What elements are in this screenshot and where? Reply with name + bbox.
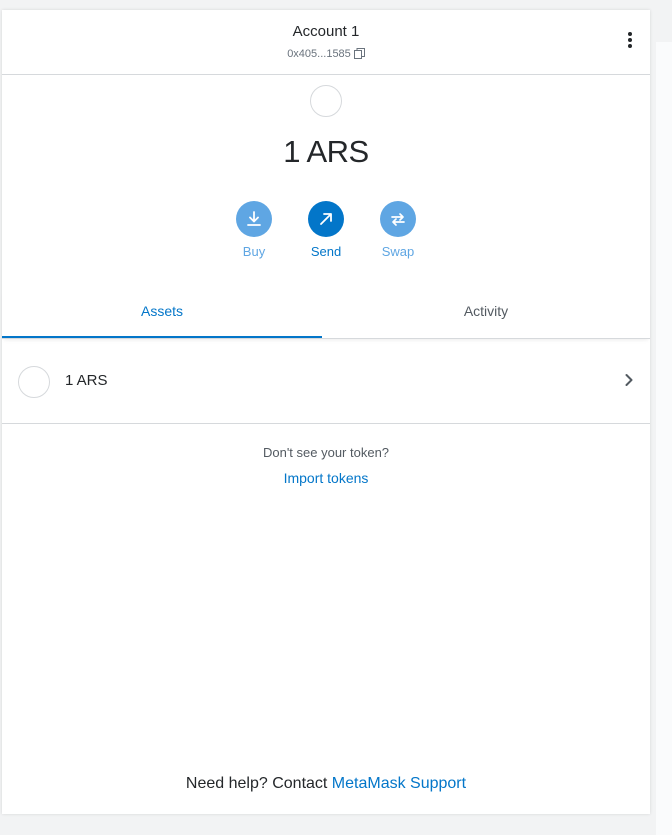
account-address-row[interactable]: 0x405...1585: [2, 48, 650, 60]
swap-label: Swap: [381, 244, 415, 259]
help-text: Need help? Contact: [185, 775, 332, 792]
token-logo: [310, 85, 342, 117]
balance-amount: 1 ARS: [283, 134, 369, 169]
buy-label: Buy: [242, 244, 266, 259]
import-tokens-link[interactable]: Import tokens: [2, 470, 650, 486]
arrow-up-right-icon: [308, 201, 344, 237]
send-label: Send: [310, 244, 342, 259]
tab-assets[interactable]: Assets: [2, 290, 322, 338]
account-header: Account 1 0x405...1585: [2, 10, 650, 75]
asset-list-item[interactable]: 1 ARS: [2, 339, 650, 424]
asset-balance: 1 ARS: [65, 372, 108, 389]
send-button[interactable]: Send: [296, 201, 356, 259]
kebab-menu-icon[interactable]: [622, 32, 638, 52]
missing-token-prompt: Don't see your token?: [262, 445, 390, 460]
metamask-support-link[interactable]: MetaMask Support: [332, 775, 466, 792]
asset-token-logo: [18, 366, 50, 398]
swap-arrows-icon: [380, 201, 416, 237]
account-address[interactable]: 0x405...1585: [287, 48, 351, 60]
tab-activity[interactable]: Activity: [322, 290, 650, 338]
wallet-panel: Account 1 0x405...1585 1 ARS Buy Send Sw…: [2, 10, 650, 814]
tab-bar: Assets Activity: [2, 290, 650, 339]
action-buttons: Buy Send Swap: [2, 201, 650, 271]
copy-icon[interactable]: [353, 48, 365, 59]
swap-button[interactable]: Swap: [368, 201, 428, 259]
chevron-right-icon[interactable]: [622, 373, 636, 387]
download-icon: [236, 201, 272, 237]
help-footer: Need help? Contact MetaMask Support: [2, 775, 650, 793]
buy-button[interactable]: Buy: [224, 201, 284, 259]
account-name[interactable]: Account 1: [2, 23, 650, 40]
background-strip: [656, 42, 672, 835]
